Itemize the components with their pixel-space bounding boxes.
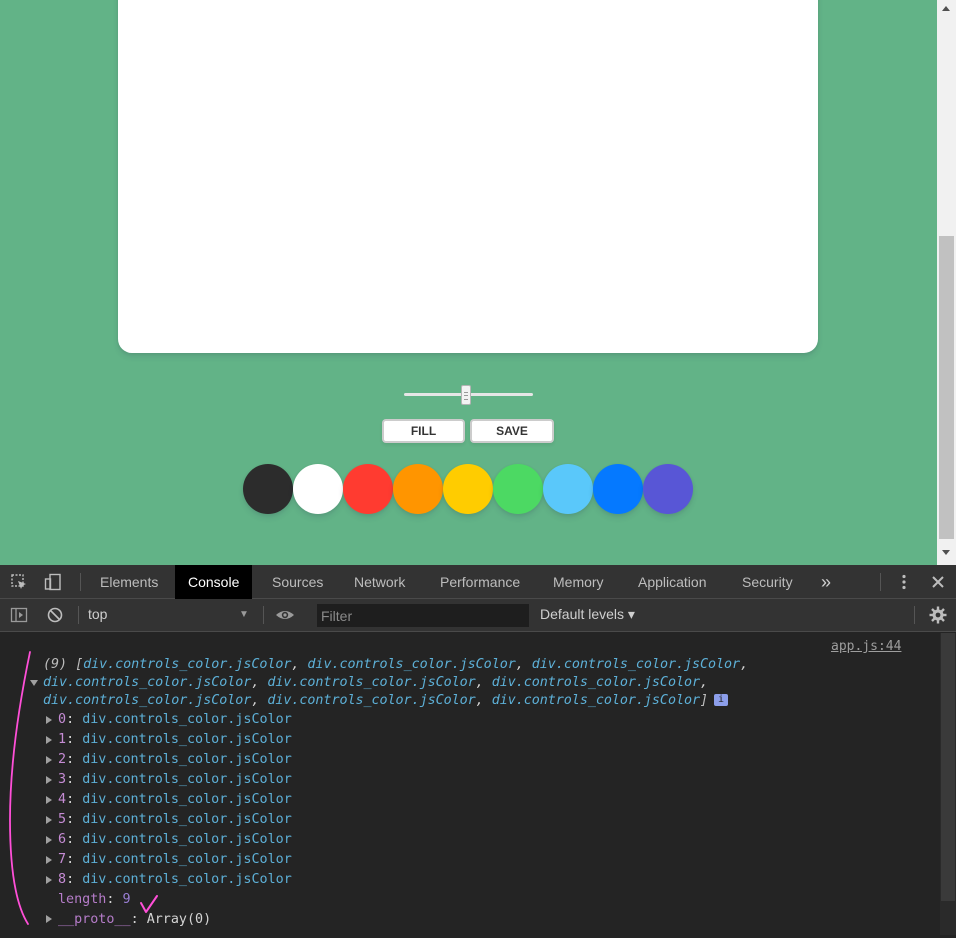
save-button[interactable]: SAVE bbox=[470, 419, 554, 443]
scrollbar-thumb[interactable] bbox=[939, 236, 954, 539]
entry-value: div.controls_color.jsColor bbox=[82, 872, 292, 887]
expand-triangle-icon[interactable] bbox=[46, 776, 52, 784]
array-count: (9) bbox=[43, 657, 68, 672]
array-entry-row[interactable]: 3: div.controls_color.jsColor bbox=[58, 771, 292, 789]
expand-triangle-icon[interactable] bbox=[46, 796, 52, 804]
paint-canvas[interactable] bbox=[118, 0, 818, 353]
color-swatch[interactable] bbox=[443, 464, 493, 514]
customize-menu-icon[interactable] bbox=[895, 573, 913, 591]
toolbar-divider bbox=[263, 606, 264, 624]
page-scrollbar[interactable] bbox=[937, 0, 956, 565]
entry-index: 4 bbox=[58, 792, 67, 807]
entry-value: div.controls_color.jsColor bbox=[82, 852, 292, 867]
tab-elements[interactable]: Elements bbox=[87, 565, 171, 599]
array-entry-row[interactable]: 7: div.controls_color.jsColor bbox=[58, 851, 292, 869]
proto-row[interactable]: __proto__: Array(0) bbox=[58, 911, 211, 929]
tab-network[interactable]: Network bbox=[341, 565, 418, 599]
array-entry-row[interactable]: 8: div.controls_color.jsColor bbox=[58, 871, 292, 889]
color-swatch[interactable] bbox=[293, 464, 343, 514]
live-expression-eye-icon[interactable] bbox=[275, 606, 294, 624]
expand-triangle-icon[interactable] bbox=[46, 915, 52, 923]
color-palette bbox=[243, 464, 693, 514]
tab-application[interactable]: Application bbox=[625, 565, 720, 599]
entry-value: div.controls_color.jsColor bbox=[82, 792, 292, 807]
more-tabs-icon[interactable]: » bbox=[817, 573, 835, 591]
toolbar-divider bbox=[78, 606, 79, 624]
tab-security[interactable]: Security bbox=[729, 565, 806, 599]
console-filter-input[interactable] bbox=[317, 604, 529, 627]
tab-memory[interactable]: Memory bbox=[540, 565, 617, 599]
color-swatch[interactable] bbox=[543, 464, 593, 514]
array-summary-line-3[interactable]: div.controls_color.jsColor, div.controls… bbox=[43, 692, 729, 710]
array-entry-row[interactable]: 0: div.controls_color.jsColor bbox=[58, 711, 292, 729]
expand-triangle-icon[interactable] bbox=[46, 736, 52, 744]
device-toolbar-icon[interactable] bbox=[44, 573, 62, 591]
scroll-up-icon[interactable] bbox=[942, 6, 950, 11]
collapse-triangle-icon[interactable] bbox=[30, 680, 38, 686]
entry-index: 1 bbox=[58, 732, 67, 747]
array-summary-line-1[interactable]: (9) [div.controls_color.jsColor, div.con… bbox=[43, 656, 748, 674]
tab-performance[interactable]: Performance bbox=[427, 565, 533, 599]
toolbar-divider bbox=[80, 573, 81, 591]
color-swatch[interactable] bbox=[393, 464, 443, 514]
expand-triangle-icon[interactable] bbox=[46, 836, 52, 844]
entry-index: 7 bbox=[58, 852, 67, 867]
console-scrollbar[interactable] bbox=[940, 633, 956, 935]
array-entry-row[interactable]: 4: div.controls_color.jsColor bbox=[58, 791, 292, 809]
toolbar-divider bbox=[880, 573, 881, 591]
array-entry-row[interactable]: 5: div.controls_color.jsColor bbox=[58, 811, 292, 829]
inspect-element-icon[interactable] bbox=[10, 573, 28, 591]
close-icon[interactable] bbox=[929, 573, 947, 591]
color-swatch[interactable] bbox=[643, 464, 693, 514]
toolbar-divider bbox=[914, 606, 915, 624]
devtools-panel: Elements Console Sources Network Performance… bbox=[0, 565, 956, 938]
array-entry-row[interactable]: 6: div.controls_color.jsColor bbox=[58, 831, 292, 849]
array-entry-row[interactable]: 2: div.controls_color.jsColor bbox=[58, 751, 292, 769]
devtools-tabbar: Elements Console Sources Network Performance… bbox=[0, 565, 956, 599]
range-thumb[interactable] bbox=[461, 385, 471, 405]
color-swatch[interactable] bbox=[593, 464, 643, 514]
expand-triangle-icon[interactable] bbox=[46, 856, 52, 864]
info-icon[interactable]: i bbox=[714, 694, 729, 706]
tab-sources[interactable]: Sources bbox=[259, 565, 336, 599]
source-link[interactable]: app.js:44 bbox=[831, 639, 901, 654]
entry-value: div.controls_color.jsColor bbox=[82, 832, 292, 847]
fill-button[interactable]: FILL bbox=[382, 419, 465, 443]
clear-console-icon[interactable] bbox=[46, 606, 64, 624]
console-toolbar: top ▼ Default levels ▾ bbox=[0, 599, 956, 632]
expand-triangle-icon[interactable] bbox=[46, 716, 52, 724]
log-levels-dropdown[interactable]: Default levels ▾ bbox=[540, 606, 635, 623]
entry-index: 6 bbox=[58, 832, 67, 847]
length-row: length: 9 bbox=[58, 892, 131, 907]
console-scrollbar-thumb[interactable] bbox=[941, 633, 955, 901]
entry-index: 0 bbox=[58, 712, 67, 727]
dropdown-arrow-icon[interactable]: ▼ bbox=[239, 606, 249, 624]
entry-index: 2 bbox=[58, 752, 67, 767]
brush-size-range[interactable] bbox=[404, 385, 533, 405]
sidebar-toggle-icon[interactable] bbox=[10, 606, 28, 624]
expand-triangle-icon[interactable] bbox=[46, 816, 52, 824]
entry-value: div.controls_color.jsColor bbox=[82, 752, 292, 767]
entry-index: 5 bbox=[58, 812, 67, 827]
array-entry-row[interactable]: 1: div.controls_color.jsColor bbox=[58, 731, 292, 749]
entry-index: 3 bbox=[58, 772, 67, 787]
execution-context-select[interactable]: top bbox=[88, 606, 107, 622]
color-swatch[interactable] bbox=[343, 464, 393, 514]
console-settings-gear-icon[interactable] bbox=[929, 606, 947, 624]
entry-index: 8 bbox=[58, 872, 67, 887]
entry-value: div.controls_color.jsColor bbox=[82, 772, 292, 787]
entry-value: div.controls_color.jsColor bbox=[82, 732, 292, 747]
scroll-down-icon[interactable] bbox=[942, 550, 950, 555]
color-swatch[interactable] bbox=[243, 464, 293, 514]
expand-triangle-icon[interactable] bbox=[46, 876, 52, 884]
page-viewport: FILL SAVE bbox=[0, 0, 956, 565]
entry-value: div.controls_color.jsColor bbox=[82, 712, 292, 727]
color-swatch[interactable] bbox=[493, 464, 543, 514]
tab-console[interactable]: Console bbox=[175, 565, 253, 599]
array-summary-line-2[interactable]: div.controls_color.jsColor, div.controls… bbox=[43, 674, 708, 692]
console-output: app.js:44 (9) [div.controls_color.jsColo… bbox=[0, 633, 940, 935]
entry-value: div.controls_color.jsColor bbox=[82, 812, 292, 827]
expand-triangle-icon[interactable] bbox=[46, 756, 52, 764]
